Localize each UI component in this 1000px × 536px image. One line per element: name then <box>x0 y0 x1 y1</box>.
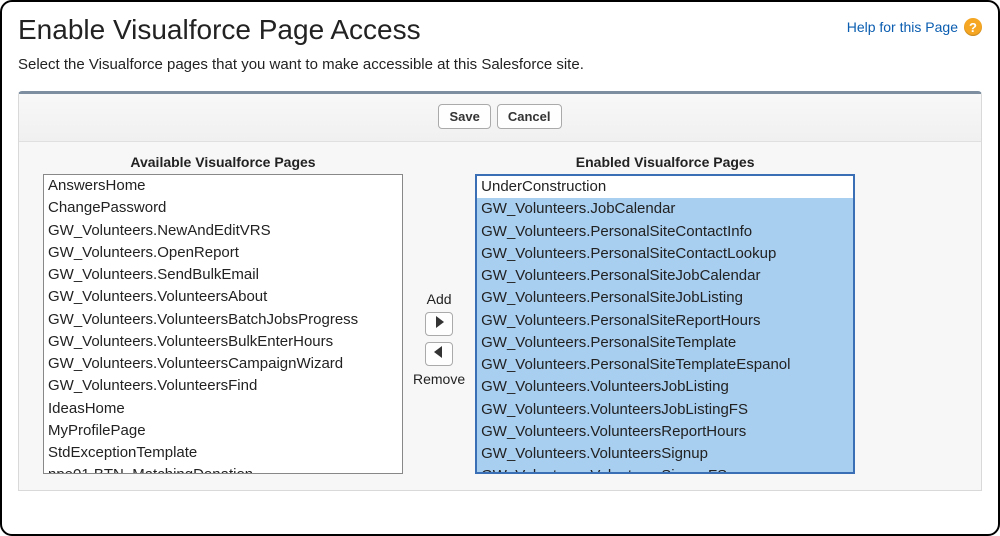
list-item[interactable]: GW_Volunteers.OpenReport <box>44 242 402 264</box>
arrow-right-icon <box>434 315 444 333</box>
list-item[interactable]: GW_Volunteers.VolunteersJobListing <box>477 376 853 398</box>
list-item[interactable]: IdeasHome <box>44 398 402 420</box>
cancel-button[interactable]: Cancel <box>497 104 562 129</box>
list-item[interactable]: GW_Volunteers.VolunteersReportHours <box>477 421 853 443</box>
available-label: Available Visualforce Pages <box>130 154 315 170</box>
list-item[interactable]: GW_Volunteers.VolunteersCampaignWizard <box>44 353 402 375</box>
save-button[interactable]: Save <box>438 104 490 129</box>
list-item[interactable]: GW_Volunteers.PersonalSiteJobListing <box>477 287 853 309</box>
list-item[interactable]: npe01.BTN_MatchingDonation <box>44 464 402 474</box>
button-bar: Save Cancel <box>19 94 981 142</box>
list-item[interactable]: GW_Volunteers.PersonalSiteTemplate <box>477 332 853 354</box>
config-panel: Save Cancel Available Visualforce Pages … <box>18 91 982 491</box>
list-item[interactable]: GW_Volunteers.PersonalSiteContactInfo <box>477 221 853 243</box>
add-label: Add <box>427 291 452 307</box>
arrow-left-icon <box>434 345 444 363</box>
help-icon[interactable]: ? <box>964 18 982 36</box>
list-item[interactable]: GW_Volunteers.VolunteersBulkEnterHours <box>44 331 402 353</box>
list-item[interactable]: GW_Volunteers.VolunteersAbout <box>44 286 402 308</box>
list-item[interactable]: GW_Volunteers.NewAndEditVRS <box>44 220 402 242</box>
list-item[interactable]: MyProfilePage <box>44 420 402 442</box>
enabled-label: Enabled Visualforce Pages <box>576 154 755 170</box>
list-item[interactable]: GW_Volunteers.SendBulkEmail <box>44 264 402 286</box>
list-item[interactable]: GW_Volunteers.VolunteersSignupFS <box>477 465 853 474</box>
list-item[interactable]: ChangePassword <box>44 197 402 219</box>
list-item[interactable]: GW_Volunteers.PersonalSiteJobCalendar <box>477 265 853 287</box>
list-item[interactable]: GW_Volunteers.PersonalSiteContactLookup <box>477 243 853 265</box>
page-title: Enable Visualforce Page Access <box>18 14 421 46</box>
available-listbox[interactable]: AnswersHomeChangePasswordGW_Volunteers.N… <box>43 174 403 474</box>
remove-label: Remove <box>413 371 465 387</box>
remove-button[interactable] <box>425 342 453 366</box>
list-item[interactable]: GW_Volunteers.VolunteersJobListingFS <box>477 399 853 421</box>
list-item[interactable]: UnderConstruction <box>477 176 853 198</box>
list-item[interactable]: GW_Volunteers.VolunteersFind <box>44 375 402 397</box>
help-link[interactable]: Help for this Page <box>847 19 958 35</box>
list-item[interactable]: GW_Volunteers.JobCalendar <box>477 198 853 220</box>
page-description: Select the Visualforce pages that you wa… <box>18 56 982 73</box>
list-item[interactable]: GW_Volunteers.PersonalSiteReportHours <box>477 310 853 332</box>
list-item[interactable]: GW_Volunteers.VolunteersSignup <box>477 443 853 465</box>
dual-listbox: Available Visualforce Pages AnswersHomeC… <box>19 142 981 490</box>
list-item[interactable]: GW_Volunteers.PersonalSiteTemplateEspano… <box>477 354 853 376</box>
list-item[interactable]: StdExceptionTemplate <box>44 442 402 464</box>
enabled-listbox[interactable]: UnderConstructionGW_Volunteers.JobCalend… <box>475 174 855 474</box>
list-item[interactable]: AnswersHome <box>44 175 402 197</box>
list-item[interactable]: GW_Volunteers.VolunteersBatchJobsProgres… <box>44 309 402 331</box>
add-button[interactable] <box>425 312 453 336</box>
